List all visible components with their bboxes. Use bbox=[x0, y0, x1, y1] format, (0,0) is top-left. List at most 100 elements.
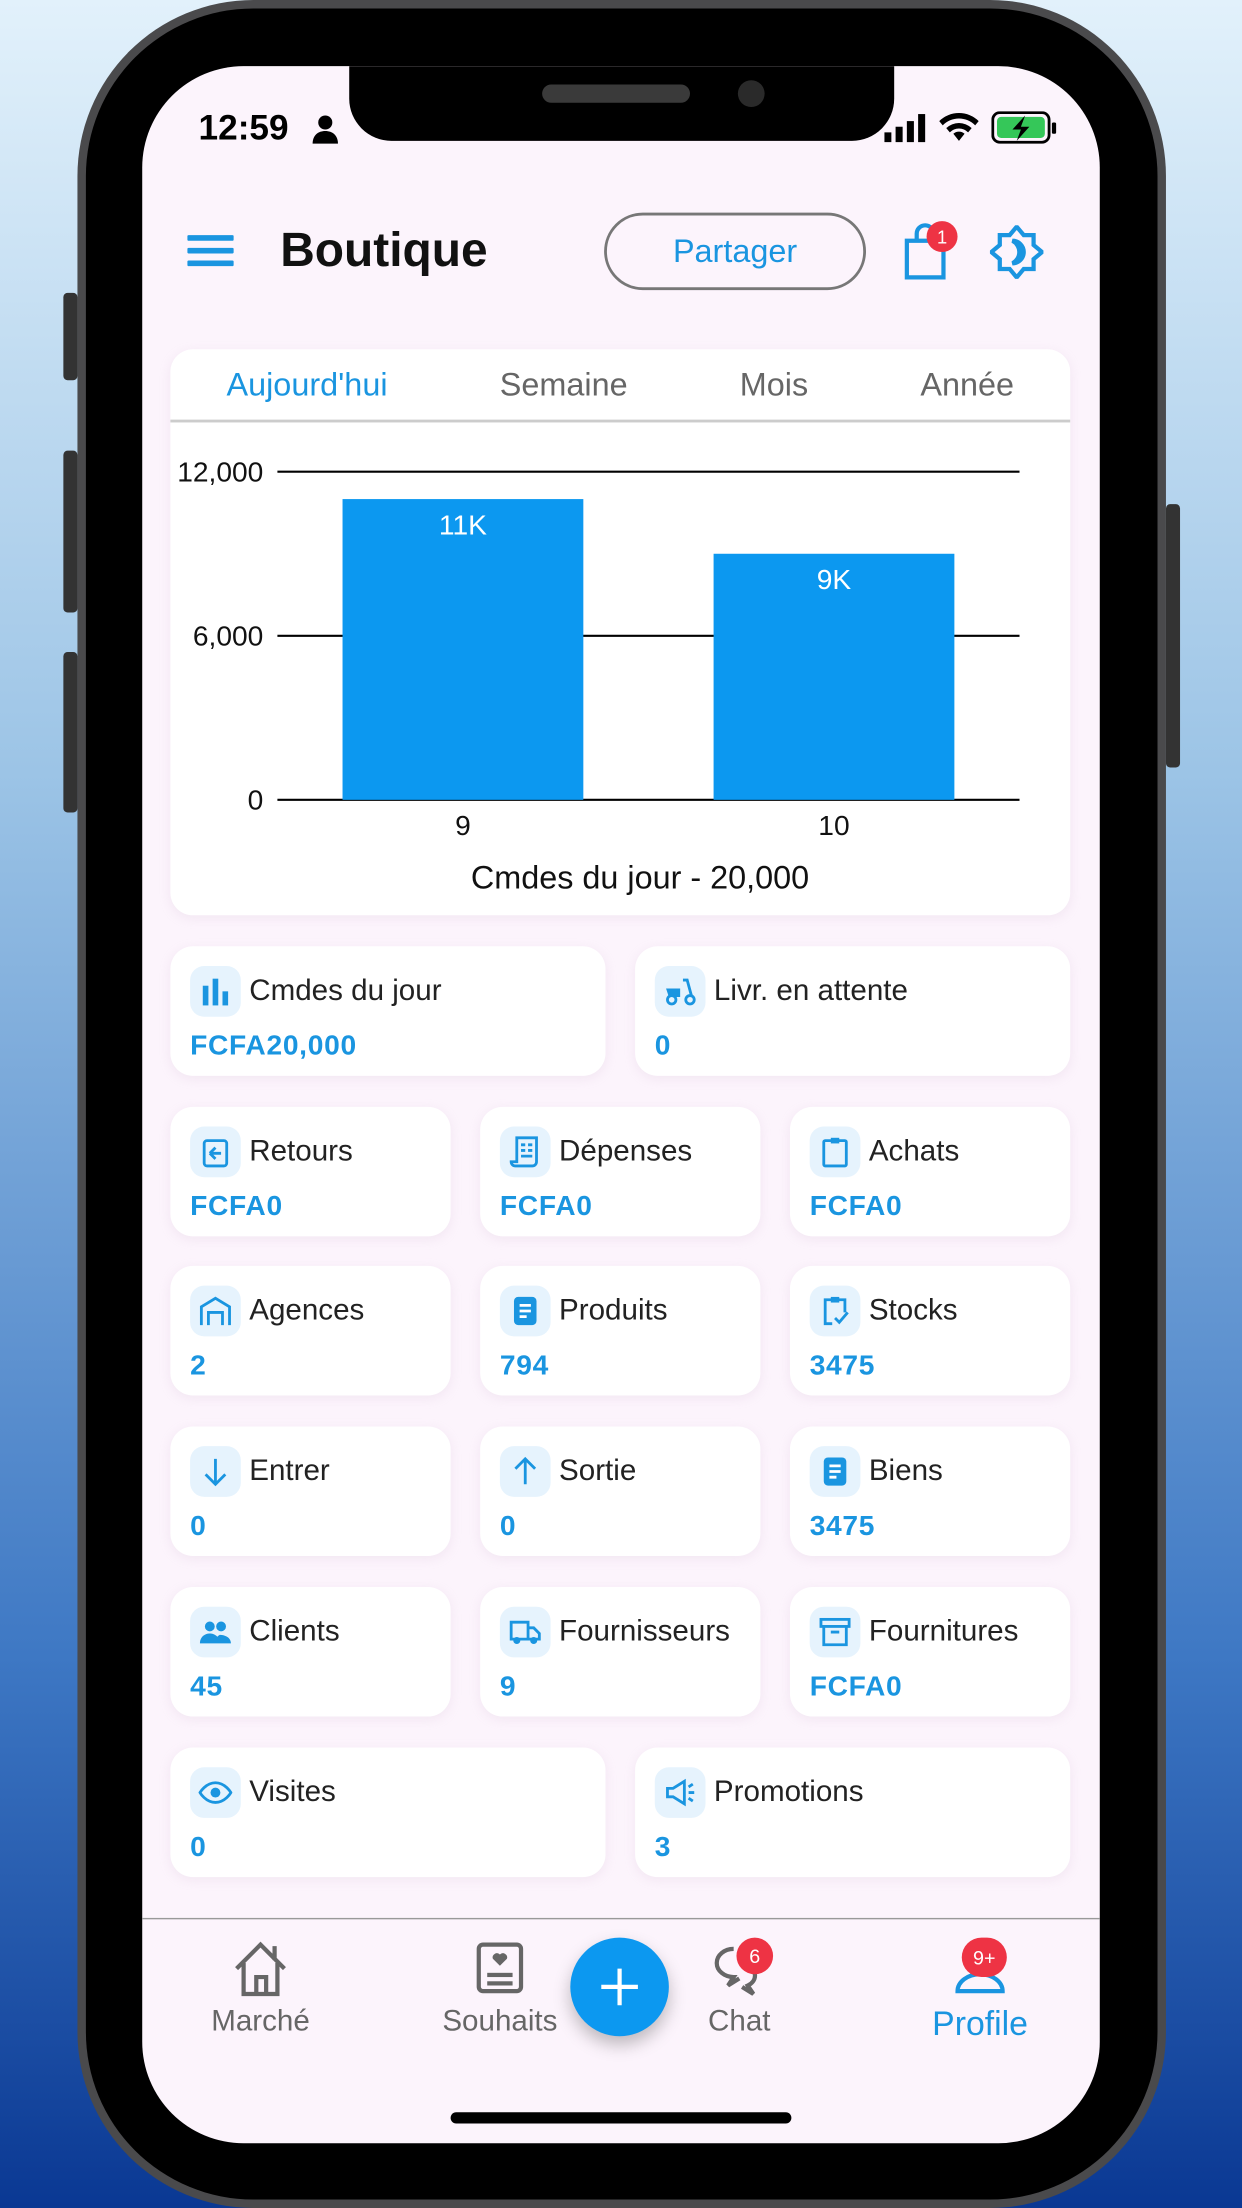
home-indicator bbox=[450, 2112, 792, 2124]
stat-label: Biens bbox=[868, 1454, 943, 1488]
volume-up-button bbox=[63, 450, 78, 613]
nav-item-souhaits[interactable]: Souhaits bbox=[415, 1940, 584, 2039]
theme-toggle-icon[interactable] bbox=[989, 225, 1044, 279]
stat-value: 0 bbox=[654, 1030, 672, 1062]
stat-value: 3 bbox=[654, 1831, 672, 1863]
cart-badge: 1 bbox=[926, 221, 958, 253]
signal-icon bbox=[884, 114, 926, 143]
person-icon bbox=[312, 115, 338, 144]
stat-card-achats[interactable]: Achats FCFA0 bbox=[789, 1106, 1071, 1236]
truck-icon bbox=[499, 1606, 551, 1658]
clipboard-check-icon bbox=[809, 1286, 861, 1337]
chat-badge: 6 bbox=[736, 1937, 774, 1975]
nav-label: Souhaits bbox=[442, 2005, 558, 2038]
page-title: Boutique bbox=[280, 223, 488, 278]
stat-card-cmdes-du-jour[interactable]: Cmdes du jour FCFA20,000 bbox=[170, 946, 606, 1076]
stat-card-stocks[interactable]: Stocks 3475 bbox=[789, 1266, 1071, 1397]
stat-card-promotions[interactable]: Promotions 3 bbox=[635, 1746, 1071, 1877]
screen: 12:59 Boutique Partager 1 Aujourd'hui Sem… bbox=[142, 66, 1100, 2144]
power-button bbox=[1165, 504, 1181, 768]
stat-label: Livr. en attente bbox=[713, 974, 908, 1007]
stat-value: 3475 bbox=[809, 1511, 876, 1543]
stat-card-retours[interactable]: Retours FCFA0 bbox=[170, 1106, 451, 1236]
arrow-down-icon bbox=[190, 1446, 241, 1498]
stat-value: 3475 bbox=[809, 1350, 876, 1382]
wifi-icon bbox=[939, 113, 979, 141]
stat-card-livr-en-attente[interactable]: Livr. en attente 0 bbox=[635, 946, 1071, 1076]
status-time: 12:59 bbox=[198, 108, 289, 148]
stat-label: Retours bbox=[249, 1134, 353, 1167]
nav-item-marche[interactable]: Marché bbox=[176, 1940, 345, 2039]
stat-value: FCFA0 bbox=[809, 1671, 903, 1703]
stat-card-visites[interactable]: Visites 0 bbox=[170, 1746, 606, 1877]
stat-label: Fournisseurs bbox=[559, 1614, 730, 1648]
receipt-icon bbox=[499, 1126, 551, 1177]
chart-card: Aujourd'hui Semaine Mois Année 0 6,000 12,000… bbox=[170, 349, 1071, 916]
stat-card-produits[interactable]: Produits 794 bbox=[480, 1266, 761, 1397]
profile-badge: 9+ bbox=[961, 1937, 1007, 1978]
stat-label: Entrer bbox=[249, 1454, 330, 1488]
eye-icon bbox=[190, 1766, 241, 1818]
stat-label: Clients bbox=[249, 1614, 340, 1648]
bar bbox=[342, 499, 584, 800]
clipboard-return-icon bbox=[190, 1126, 241, 1177]
clipboard-icon bbox=[809, 1126, 861, 1177]
stat-card-dépenses[interactable]: Dépenses FCFA0 bbox=[480, 1106, 761, 1236]
x-tick-label: 9 bbox=[455, 810, 471, 841]
stat-label: Visites bbox=[249, 1774, 336, 1808]
stat-label: Fournitures bbox=[868, 1614, 1019, 1648]
stat-label: Sortie bbox=[559, 1454, 637, 1488]
plus-icon bbox=[601, 1968, 638, 2006]
cart-button[interactable]: 1 bbox=[903, 221, 959, 283]
nav-item-chat[interactable]: Chat 6 bbox=[655, 1937, 824, 2039]
nav-label: Chat bbox=[708, 2005, 771, 2038]
tab-mois[interactable]: Mois bbox=[740, 365, 808, 403]
mute-switch bbox=[63, 292, 78, 381]
stat-value: FCFA0 bbox=[190, 1190, 283, 1222]
stat-card-fournitures[interactable]: Fournitures FCFA0 bbox=[789, 1586, 1071, 1717]
tab-année[interactable]: Année bbox=[920, 365, 1014, 403]
speaker bbox=[542, 84, 690, 103]
camera bbox=[737, 80, 765, 108]
scooter-icon bbox=[654, 965, 706, 1017]
stat-value: FCFA0 bbox=[499, 1190, 593, 1222]
volume-down-button bbox=[63, 651, 78, 813]
data-label: 9K bbox=[817, 564, 852, 595]
arrow-up-icon bbox=[499, 1446, 551, 1498]
tab-aujourdhui[interactable]: Aujourd'hui bbox=[226, 365, 387, 403]
stat-card-sortie[interactable]: Sortie 0 bbox=[480, 1426, 761, 1557]
stat-card-clients[interactable]: Clients 45 bbox=[170, 1586, 451, 1717]
x-tick-label: 10 bbox=[818, 810, 849, 841]
nav-label: Profile bbox=[932, 2005, 1028, 2044]
stat-label: Dépenses bbox=[559, 1134, 693, 1167]
nav-item-profile[interactable]: Profile 9+ bbox=[896, 1937, 1065, 2044]
stat-label: Promotions bbox=[713, 1774, 864, 1808]
stat-value: FCFA0 bbox=[809, 1190, 903, 1222]
stat-label: Achats bbox=[868, 1134, 960, 1167]
stat-card-agences[interactable]: Agences 2 bbox=[170, 1266, 451, 1397]
warehouse-icon bbox=[190, 1286, 241, 1337]
share-button[interactable]: Partager bbox=[604, 212, 867, 291]
stat-value: 9 bbox=[499, 1671, 517, 1703]
stat-card-biens[interactable]: Biens 3475 bbox=[789, 1426, 1071, 1557]
menu-icon[interactable] bbox=[187, 232, 234, 269]
home-icon bbox=[235, 1941, 286, 1997]
add-button[interactable] bbox=[570, 1937, 669, 2037]
y-tick-label: 6,000 bbox=[193, 621, 263, 652]
stat-label: Stocks bbox=[868, 1294, 958, 1328]
stat-value: FCFA20,000 bbox=[190, 1030, 357, 1062]
period-tabs: Aujourd'hui Semaine Mois Année bbox=[170, 349, 1071, 423]
stat-card-entrer[interactable]: Entrer 0 bbox=[170, 1426, 451, 1557]
battery-charging-icon bbox=[991, 111, 1057, 144]
megaphone-icon bbox=[654, 1766, 706, 1818]
archive-icon bbox=[809, 1606, 861, 1658]
stat-card-fournisseurs[interactable]: Fournisseurs 9 bbox=[480, 1586, 761, 1717]
document-icon bbox=[809, 1446, 861, 1498]
stat-label: Cmdes du jour bbox=[249, 974, 442, 1007]
tab-semaine[interactable]: Semaine bbox=[500, 365, 628, 403]
y-tick-label: 0 bbox=[248, 785, 264, 816]
stat-label: Agences bbox=[249, 1294, 365, 1328]
nav-label: Marché bbox=[211, 2005, 310, 2038]
notch bbox=[349, 66, 895, 141]
stat-value: 0 bbox=[499, 1511, 517, 1543]
